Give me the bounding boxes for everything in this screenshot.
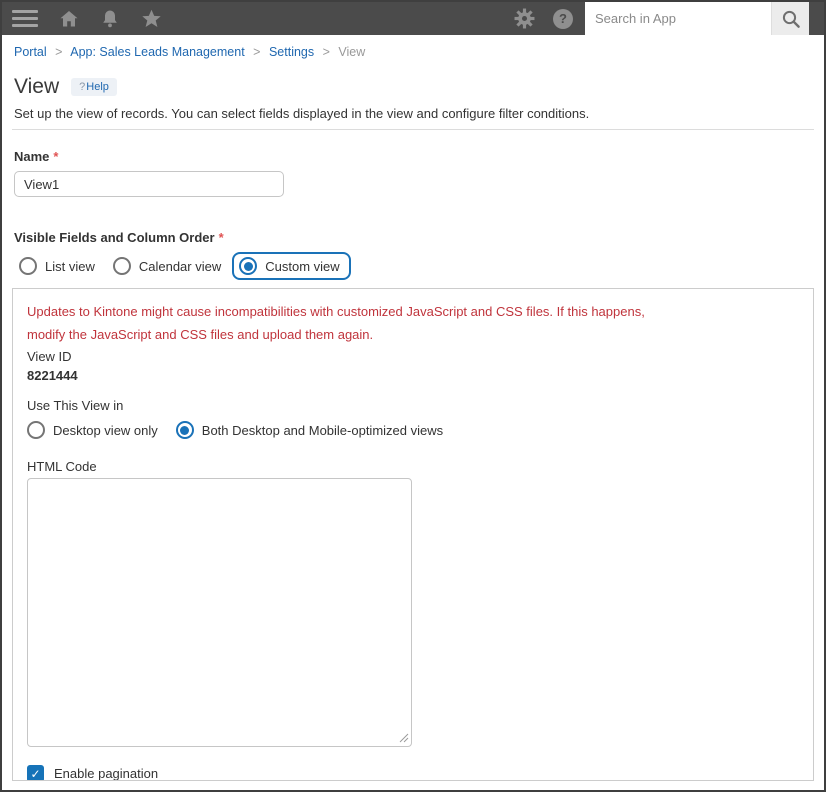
page-description: Set up the view of records. You can sele… (14, 106, 590, 121)
breadcrumb-separator: > (55, 45, 63, 59)
radio-button-icon (112, 257, 131, 275)
hamburger-menu-icon[interactable] (12, 10, 38, 27)
nav-right-group (514, 2, 809, 35)
radio-desktop-only[interactable]: Desktop view only (20, 416, 169, 444)
radio-desktop-only-label: Desktop view only (53, 422, 158, 438)
customization-warning: Updates to Kintone might cause incompati… (27, 300, 799, 346)
view-id-value: 8221444 (27, 368, 78, 383)
required-asterisk: * (218, 230, 224, 245)
breadcrumb-link-app[interactable]: App: Sales Leads Management (70, 45, 244, 59)
textarea-resize-handle[interactable] (398, 732, 409, 743)
page-title: View (14, 75, 60, 98)
enable-pagination-checkbox[interactable]: Enable pagination (27, 765, 799, 781)
radio-list-view[interactable]: List view (12, 252, 106, 280)
name-field-label: Name * (14, 149, 824, 165)
custom-view-settings-panel: Updates to Kintone might cause incompati… (12, 288, 814, 781)
checkbox-checked-icon (27, 765, 44, 780)
warning-line-1: Updates to Kintone might cause incompati… (27, 304, 645, 319)
view-type-label: Visible Fields and Column Order * (14, 230, 824, 246)
radio-custom-view-label: Custom view (265, 258, 340, 274)
search-input[interactable] (585, 2, 771, 35)
name-label-text: Name (14, 149, 50, 164)
search-button[interactable] (771, 2, 809, 35)
section-divider (12, 129, 814, 130)
use-view-radio-group: Desktop view only Both Desktop and Mobil… (20, 416, 799, 444)
view-type-radio-group: List view Calendar view Custom view (12, 252, 824, 280)
use-view-in-label: Use This View in (27, 398, 124, 413)
view-id-label: View ID (27, 349, 72, 364)
html-code-textarea[interactable] (27, 478, 412, 747)
help-icon[interactable] (553, 8, 573, 29)
radio-list-view-label: List view (45, 258, 95, 274)
radio-button-icon (27, 421, 45, 439)
help-link-label: Help (86, 81, 109, 93)
breadcrumb-link-portal[interactable]: Portal (14, 45, 47, 59)
top-navigation-bar (2, 2, 824, 35)
app-window: Portal > App: Sales Leads Management > S… (0, 0, 826, 792)
nav-left-group (2, 9, 162, 29)
magnifier-icon (782, 10, 800, 28)
radio-desktop-and-mobile-label: Both Desktop and Mobile-optimized views (201, 422, 444, 438)
breadcrumb-separator: > (322, 45, 330, 59)
view-name-input[interactable] (14, 171, 284, 197)
radio-button-selected-icon (239, 257, 258, 275)
html-code-area-wrapper (27, 478, 412, 747)
radio-calendar-view[interactable]: Calendar view (106, 252, 232, 280)
breadcrumb: Portal > App: Sales Leads Management > S… (14, 45, 824, 60)
breadcrumb-separator: > (253, 45, 261, 59)
radio-desktop-and-mobile[interactable]: Both Desktop and Mobile-optimized views (169, 416, 454, 444)
required-asterisk: * (53, 149, 59, 164)
view-type-label-text: Visible Fields and Column Order (14, 230, 215, 245)
breadcrumb-link-settings[interactable]: Settings (269, 45, 314, 59)
radio-custom-view[interactable]: Custom view (232, 252, 351, 280)
warning-line-2: modify the JavaScript and CSS files and … (27, 327, 374, 342)
home-icon[interactable] (59, 9, 79, 29)
main-content: Portal > App: Sales Leads Management > S… (2, 45, 824, 781)
notifications-bell-icon[interactable] (100, 9, 120, 29)
html-code-label: HTML Code (27, 459, 97, 474)
favorites-star-icon[interactable] (141, 9, 162, 29)
radio-button-icon (19, 257, 37, 275)
settings-gear-icon[interactable] (514, 8, 535, 29)
help-link[interactable]: ?Help (71, 78, 117, 96)
title-row: View ?Help (14, 74, 824, 100)
radio-button-selected-icon (175, 421, 194, 439)
radio-calendar-view-label: Calendar view (138, 258, 222, 274)
breadcrumb-current-view: View (338, 45, 366, 59)
help-question-mark: ? (79, 81, 86, 93)
enable-pagination-label: Enable pagination (54, 766, 159, 781)
